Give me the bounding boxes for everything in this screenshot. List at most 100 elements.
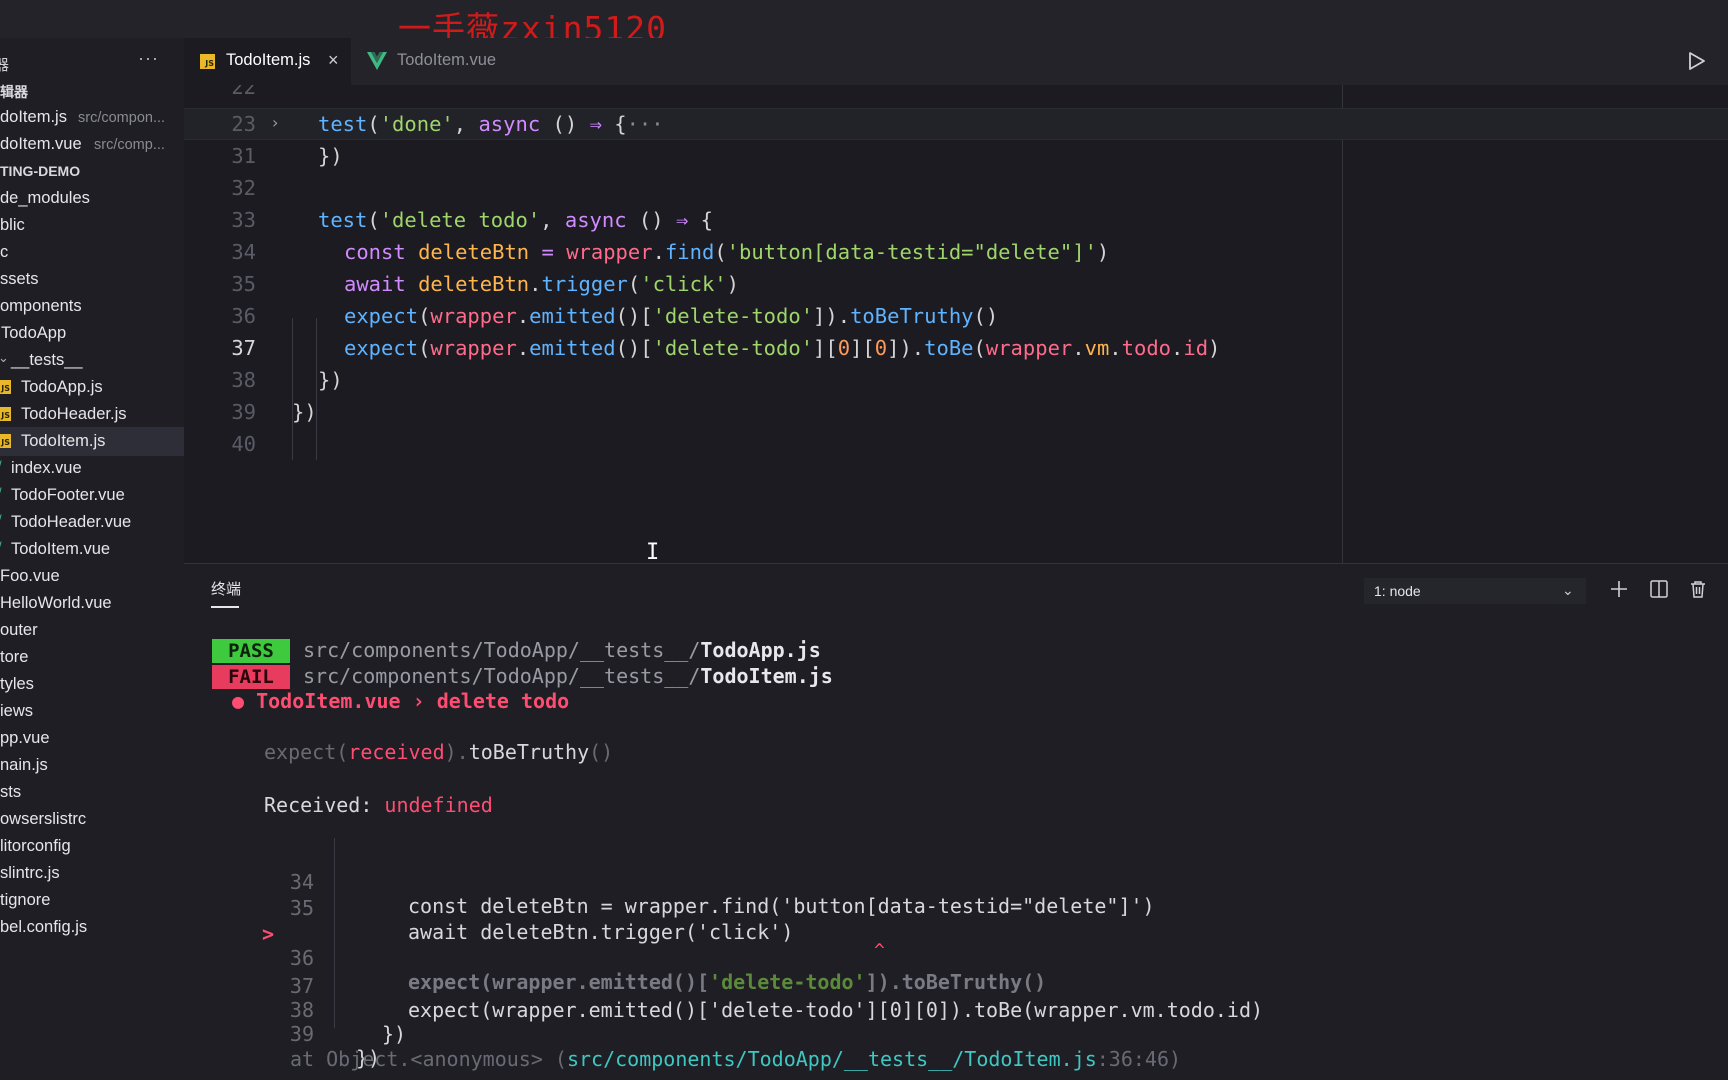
file-path-hint: src/comp... [94,137,165,153]
split-terminal-icon[interactable] [1648,578,1670,600]
tab-label: TodoItem.js [226,51,311,69]
file-tree-label: TING-DEMO [0,163,81,179]
js-file-icon: JS [200,54,215,69]
folded-ellipsis: ··· [626,112,664,136]
file-tree-label: TodoHeader.vue [11,513,132,531]
explorer-section[interactable]: 辑器 [0,76,184,105]
code-line: 22 [231,85,256,99]
terminal-select[interactable]: 1: node ⌄ [1364,578,1586,604]
trash-icon[interactable] [1687,578,1709,600]
file-tree-item[interactable]: TodoApp [0,319,184,348]
file-tree-label: Foo.vue [0,567,60,585]
editor-tabs: JS TodoItem.js × TodoItem.vue [184,38,1728,85]
explorer-sidebar: 器 ··· 辑器 doItem.js src/compon... doItem.vue… [0,38,184,1080]
pass-badge: PASS [212,639,290,663]
file-tree-label: TodoHeader.js [21,405,127,423]
file-tree-label: ssets [0,270,39,288]
file-tree-item[interactable]: doItem.vue src/comp... [0,130,184,159]
code-line: 36 expect(wrapper.emitted()['delete-todo… [231,304,999,328]
file-tree-label: blic [0,216,25,234]
code-line: 33 test('delete todo', async () ⇒ { [231,208,713,232]
terminal-select-value: 1: node [1374,583,1421,599]
file-tree-label: doItem.vue [0,135,82,153]
file-tree-item[interactable]: ⌄ __tests__ [0,346,184,375]
file-tree-label: TodoFooter.vue [11,486,125,504]
file-tree-label: pp.vue [0,729,50,747]
tab-todoitem-vue[interactable]: TodoItem.vue [351,38,531,85]
file-tree-label: TodoItem.vue [11,540,111,558]
code-line: 39 }) [231,400,317,424]
code-line: 23 › test('done', async () ⇒ {··· [231,112,664,136]
explorer-section[interactable]: TING-DEMO [0,157,184,186]
code-line: 32 [231,176,256,200]
file-tree-item[interactable]: omponents [0,292,184,321]
file-tree-label: c [0,243,9,261]
file-tree-item[interactable]: / TodoItem.vue [0,535,184,564]
file-tree-item[interactable]: tyles [0,670,184,699]
file-tree-label: iews [0,702,34,720]
js-file-icon: JS [0,434,11,448]
explorer-title: 器 [0,57,10,74]
file-tree-item[interactable]: slintrc.js [0,859,184,888]
file-tree-label: de_modules [0,189,90,207]
file-tree-label: doItem.js [0,108,67,126]
fail-badge: FAIL [212,665,290,689]
file-tree-item[interactable]: doItem.js src/compon... [0,103,184,132]
js-file-icon: JS [0,380,11,394]
file-tree-item[interactable]: tignore [0,886,184,915]
file-tree-label: outer [0,621,38,639]
file-tree-item[interactable]: ssets [0,265,184,294]
failed-test-title: ● TodoItem.vue › delete todo [232,689,570,713]
file-tree-item[interactable]: outer [0,616,184,645]
new-terminal-icon[interactable] [1608,578,1630,600]
file-tree-item[interactable]: pp.vue [0,724,184,753]
file-tree-item[interactable]: nain.js [0,751,184,780]
code-line: 31 }) [231,144,343,168]
file-tree-item[interactable]: de_modules [0,184,184,213]
file-tree-item[interactable]: / TodoHeader.vue [0,508,184,537]
file-tree-item[interactable]: HelloWorld.vue [0,589,184,618]
file-tree-label: HelloWorld.vue [0,594,112,612]
tab-label: TodoItem.vue [397,51,497,69]
more-actions-icon[interactable]: ··· [138,48,159,69]
file-tree-item[interactable]: JS TodoHeader.js [0,400,184,429]
fold-chevron-icon[interactable]: › [272,113,278,132]
snippet-line: 38 }) [289,998,407,1046]
file-tree-item[interactable]: litorconfig [0,832,184,861]
tab-terminal[interactable]: 终端 [211,578,241,599]
file-tree-label: __tests__ [11,351,83,369]
code-line: 34 const deleteBtn = wrapper.find('butto… [231,240,1110,264]
code-line: 37 expect(wrapper.emitted()['delete-todo… [231,336,1221,360]
file-tree-label: tignore [0,891,51,909]
file-tree-item[interactable]: JS TodoItem.js [0,427,184,456]
file-tree-item[interactable]: iews [0,697,184,726]
file-path-hint: src/compon... [78,110,166,126]
file-tree-label: index.vue [11,459,82,477]
file-tree-item[interactable]: tore [0,643,184,672]
file-tree-item[interactable]: blic [0,211,184,240]
file-tree-item[interactable]: JS TodoApp.js [0,373,184,402]
file-tree-item[interactable]: / index.vue [0,454,184,483]
stack-trace-link[interactable]: src/components/TodoApp/__tests__/TodoIte… [567,1047,1097,1071]
file-tree-label: sts [0,783,22,801]
assertion-line: expect(received).toBeTruthy() [264,740,614,764]
file-tree-item[interactable]: bel.config.js [0,913,184,942]
code-editor[interactable]: 22 23 › test('done', async () ⇒ {··· 31 … [184,85,1728,563]
file-tree-item[interactable]: sts [0,778,184,807]
close-icon[interactable]: × [328,50,339,71]
file-tree-label: tyles [0,675,34,693]
chevron-down-icon: ⌄ [1562,582,1574,598]
file-tree-item[interactable]: / TodoFooter.vue [0,481,184,510]
file-tree-label: slintrc.js [0,864,60,882]
file-tree-item[interactable]: owserslistrc [0,805,184,834]
active-tab-indicator [211,606,239,608]
file-tree-item[interactable]: Foo.vue [0,562,184,591]
chevron-down-icon: ⌄ [0,350,9,365]
tab-todoitem-js[interactable]: JS TodoItem.js × [184,38,351,85]
snippet-line: 37 expect(wrapper.emitted()['delete-todo… [289,974,1264,1022]
stack-trace-line: at Object.<anonymous> (src/components/To… [290,1047,1182,1071]
file-tree-item[interactable]: c [0,238,184,267]
snippet-line: 34 const deleteBtn = wrapper.find('butto… [289,870,1155,918]
run-icon[interactable] [1684,49,1708,73]
received-line: Received: undefined [264,793,493,817]
